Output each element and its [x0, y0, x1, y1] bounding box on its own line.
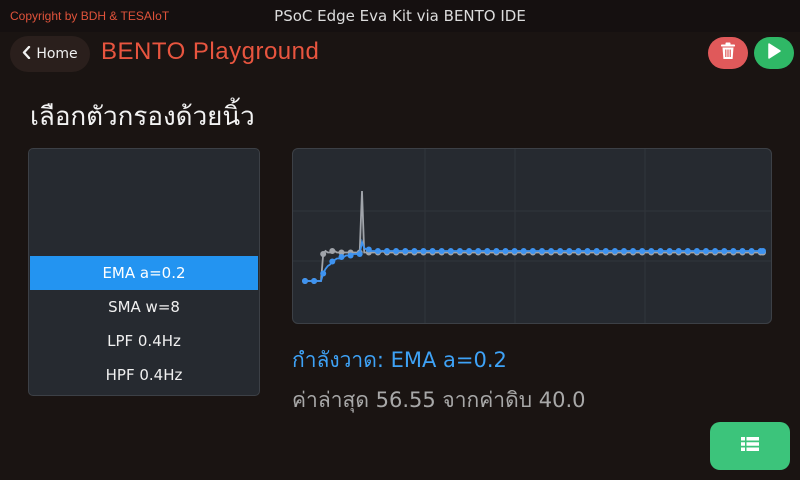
ema-series-point [557, 248, 564, 254]
ema-series-point [338, 254, 345, 260]
ema-series-point [648, 248, 655, 254]
ema-series-point [393, 248, 400, 254]
ema-series-point [466, 248, 473, 254]
ema-series-point [402, 248, 409, 254]
top-status-bar: Copyright by BDH & TESAIoT PSoC Edge Eva… [0, 0, 800, 32]
signal-chart [292, 148, 772, 324]
ema-series-point [374, 248, 381, 254]
raw-series-line [305, 190, 763, 282]
ema-series-point [639, 248, 646, 254]
ema-series-point [356, 251, 363, 257]
ema-series-point [302, 278, 308, 284]
ema-series-point [675, 248, 682, 254]
ema-series-point [411, 248, 418, 254]
filter-option-ema[interactable]: EMA a=0.2 [30, 256, 258, 290]
filter-list: EMA a=0.2 SMA w=8 LPF 0.4Hz HPF 0.4Hz [28, 148, 260, 396]
ema-series-point [475, 248, 482, 254]
ema-series-point [548, 248, 555, 254]
ema-series-point [520, 248, 527, 254]
filter-option-lpf[interactable]: LPF 0.4Hz [30, 324, 258, 358]
filter-option-sma[interactable]: SMA w=8 [30, 290, 258, 324]
ema-series-point [739, 248, 746, 254]
device-title: PSoC Edge Eva Kit via BENTO IDE [274, 7, 526, 25]
ema-series-point [484, 248, 491, 254]
filter-option-hpf[interactable]: HPF 0.4Hz [30, 358, 258, 392]
ema-series-point [493, 248, 500, 254]
latest-value-readout: ค่าล่าสุด 56.55 จากค่าดิบ 40.0 [292, 388, 586, 412]
home-label: Home [36, 46, 78, 62]
ema-series-point [329, 258, 336, 265]
ema-series-point [566, 248, 573, 254]
app-title: BENTO Playground [101, 38, 320, 65]
ema-series-point [447, 248, 454, 254]
ema-series-point [630, 248, 637, 254]
ema-series-point [712, 248, 719, 254]
ema-series-point [347, 252, 354, 259]
trash-icon [720, 42, 736, 64]
page-heading: เลือกตัวกรองด้วยนิ้ว [30, 102, 255, 132]
ema-series-point [438, 248, 445, 254]
ema-series-point [429, 248, 436, 254]
ema-series-point [539, 248, 545, 254]
ema-series-point [748, 248, 755, 254]
ema-series-point [666, 248, 673, 254]
list-view-button[interactable] [710, 422, 790, 470]
ema-series-point [365, 246, 372, 253]
ema-series-point [502, 248, 509, 254]
ema-series-point [311, 278, 318, 284]
ema-series-point [760, 248, 766, 254]
ema-series-point [584, 248, 591, 254]
ema-series-point [456, 248, 463, 254]
ema-series-point [575, 248, 582, 254]
ema-series-point [657, 248, 664, 254]
raw-series-point [320, 251, 327, 257]
ema-series-point [721, 248, 728, 254]
ema-series-point [384, 248, 390, 254]
signal-chart-svg [293, 149, 771, 323]
play-icon [767, 43, 781, 63]
current-filter-label: กำลังวาด: EMA a=0.2 [292, 348, 507, 372]
ema-series-point [320, 270, 327, 277]
ema-series-point [529, 248, 536, 254]
ema-series-point [703, 248, 709, 254]
delete-button[interactable] [708, 37, 748, 69]
ema-series-point [621, 248, 627, 254]
ema-series-point [420, 248, 427, 254]
list-icon [741, 436, 759, 456]
ema-series-point [684, 248, 691, 254]
ema-series-point [602, 248, 609, 254]
home-button[interactable]: Home [10, 36, 90, 72]
raw-series-point [329, 248, 336, 254]
ema-series-point [593, 248, 600, 254]
ema-series-point [511, 248, 518, 254]
ema-series-point [730, 248, 737, 254]
ema-series-point [611, 248, 618, 254]
ema-series-point [693, 248, 700, 254]
run-button[interactable] [754, 37, 794, 69]
chevron-left-icon [22, 45, 31, 62]
